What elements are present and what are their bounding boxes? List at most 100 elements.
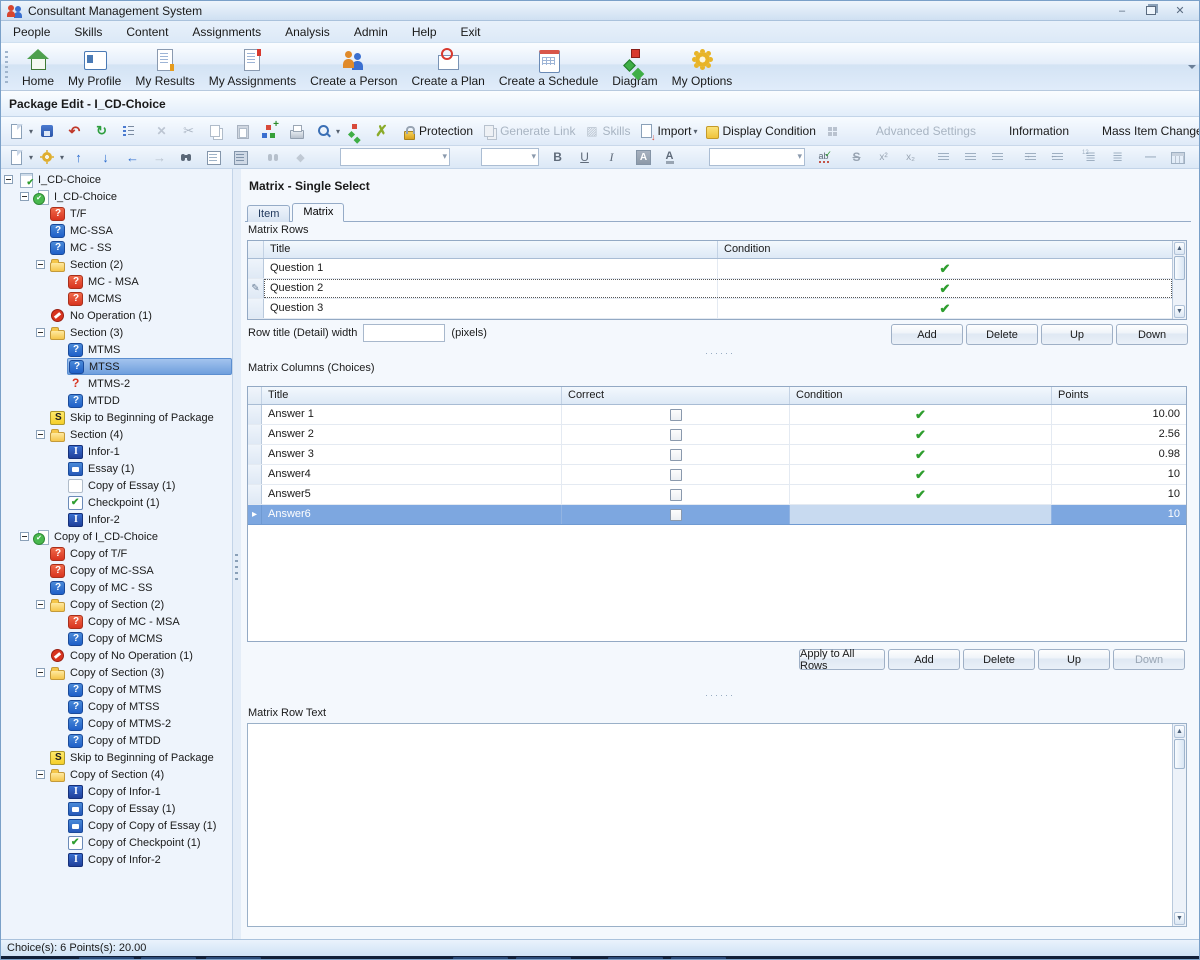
tree-item[interactable]: Infor-1 — [1, 443, 232, 460]
package-toolbar-button[interactable] — [258, 122, 285, 141]
format-toolbar-button[interactable] — [202, 148, 229, 167]
tree-item[interactable]: Copy of Infor-2 — [1, 851, 232, 868]
choice-condition-cell[interactable]: ✔ — [790, 445, 1052, 464]
tree-expander-icon[interactable] — [36, 209, 45, 218]
choice-condition-cell[interactable]: ✔ — [790, 405, 1052, 424]
format-toolbar-button[interactable] — [685, 147, 812, 167]
tree-item[interactable]: MCMS — [1, 290, 232, 307]
button[interactable]: Delete — [963, 649, 1035, 670]
format-toolbar-button[interactable] — [289, 148, 316, 167]
col-header-condition[interactable]: Condition — [790, 387, 1052, 404]
tree-item[interactable]: MTSS — [1, 358, 232, 375]
format-toolbar-button[interactable] — [94, 148, 121, 167]
tree-item[interactable]: Section (2) — [1, 256, 232, 273]
row-selector[interactable] — [248, 465, 262, 484]
package-toolbar-button[interactable] — [117, 122, 144, 141]
tree-expander-icon[interactable] — [54, 634, 63, 643]
main-toolbar-button[interactable]: My Assignments — [202, 45, 303, 90]
tree-item[interactable]: Copy of Infor-1 — [1, 783, 232, 800]
format-toolbar-button[interactable] — [845, 148, 872, 167]
package-toolbar-button[interactable]: ▾ — [312, 122, 343, 141]
tree-item[interactable]: Skip to Beginning of Package — [1, 409, 232, 426]
tree-item[interactable]: Copy of I_CD-Choice — [1, 528, 232, 545]
menu-item[interactable]: Exit — [449, 22, 493, 42]
col-header-title[interactable]: Title — [264, 241, 718, 258]
tree-expander-icon[interactable] — [36, 243, 45, 252]
package-toolbar-button[interactable] — [177, 122, 204, 141]
tree-expander-icon[interactable] — [36, 260, 45, 269]
tree-item[interactable]: MC-SSA — [1, 222, 232, 239]
scroll-up-icon[interactable]: ▲ — [1174, 725, 1185, 738]
tree-expander-icon[interactable] — [54, 362, 63, 371]
row-title-cell[interactable]: Question 3 — [264, 299, 718, 318]
tree-item[interactable]: Copy of MTMS — [1, 681, 232, 698]
choice-correct-cell[interactable] — [562, 445, 790, 464]
tree-expander-icon[interactable] — [20, 532, 29, 541]
tree-expander-icon[interactable] — [54, 277, 63, 286]
tree-item[interactable]: Checkpoint (1) — [1, 494, 232, 511]
correct-checkbox[interactable] — [670, 489, 682, 501]
format-toolbar-button[interactable] — [633, 149, 658, 166]
menu-item[interactable]: Assignments — [180, 22, 273, 42]
format-toolbar-button[interactable] — [457, 147, 546, 167]
choice-condition-cell[interactable] — [790, 505, 1052, 524]
choice-row[interactable]: Answer 1 ✔ 10.00 — [248, 405, 1186, 425]
toolbar-grip[interactable] — [5, 51, 8, 83]
choice-title-cell[interactable]: Answer 1 — [262, 405, 562, 424]
restore-button[interactable] — [1138, 4, 1164, 18]
format-toolbar-button[interactable] — [932, 148, 959, 167]
tree-item[interactable]: Copy of Copy of Essay (1) — [1, 817, 232, 834]
tree-item[interactable]: Copy of MC - SS — [1, 579, 232, 596]
tree-expander-icon[interactable] — [54, 617, 63, 626]
tree-item[interactable]: MTDD — [1, 392, 232, 409]
tree-item[interactable]: Copy of No Operation (1) — [1, 647, 232, 664]
button[interactable]: Down — [1116, 324, 1188, 345]
tree-item[interactable]: Infor-2 — [1, 511, 232, 528]
col-header-condition[interactable]: Condition — [718, 241, 1172, 258]
correct-checkbox[interactable] — [670, 449, 682, 461]
tree-item[interactable]: Copy of Section (4) — [1, 766, 232, 783]
tree-item[interactable]: Section (4) — [1, 426, 232, 443]
row-selector[interactable] — [248, 259, 264, 278]
choice-condition-cell[interactable]: ✔ — [790, 485, 1052, 504]
scroll-up-icon[interactable]: ▲ — [1174, 242, 1185, 255]
main-toolbar-button[interactable]: My Results — [128, 45, 201, 90]
toolbar-overflow-button[interactable] — [1188, 59, 1197, 75]
tree-item[interactable]: Essay (1) — [1, 460, 232, 477]
tree-item[interactable]: Copy of Checkpoint (1) — [1, 834, 232, 851]
tab[interactable]: Matrix — [292, 203, 344, 222]
tree-item[interactable]: Copy of MTSS — [1, 698, 232, 715]
format-toolbar-button[interactable]: ▾ — [36, 148, 67, 167]
close-button[interactable]: ✕ — [1167, 4, 1193, 18]
package-toolbar-button[interactable]: ▾ — [5, 122, 36, 141]
format-toolbar-button[interactable] — [1193, 148, 1200, 167]
package-toolbar-button[interactable] — [285, 122, 312, 141]
choice-title-cell[interactable]: Answer5 — [262, 485, 562, 504]
package-toolbar-button[interactable] — [36, 122, 63, 141]
format-toolbar-button[interactable] — [175, 148, 202, 167]
tree-expander-icon[interactable] — [36, 311, 45, 320]
choice-title-cell[interactable]: Answer6 — [262, 505, 562, 524]
tree-expander-icon[interactable] — [36, 770, 45, 779]
row-selector[interactable] — [248, 405, 262, 424]
matrix-row-text-content[interactable] — [248, 724, 1172, 926]
row-title-cell[interactable]: Question 1 — [264, 259, 718, 278]
tree-item[interactable]: Copy of MTMS-2 — [1, 715, 232, 732]
horizontal-splitter[interactable]: ······ — [241, 350, 1199, 356]
tree-splitter[interactable] — [233, 169, 241, 939]
tree-expander-icon[interactable] — [36, 413, 45, 422]
tree-expander-icon[interactable] — [54, 345, 63, 354]
tree-expander-icon[interactable] — [36, 226, 45, 235]
package-toolbar-button[interactable] — [204, 122, 231, 141]
horizontal-splitter[interactable]: ······ — [241, 692, 1199, 698]
choice-correct-cell[interactable] — [562, 505, 790, 524]
package-toolbar-button[interactable] — [150, 122, 177, 141]
tree-expander-icon[interactable] — [36, 566, 45, 575]
choice-points-cell[interactable]: 10.00 — [1052, 405, 1186, 424]
row-selector[interactable]: ▸ — [248, 505, 262, 524]
choice-points-cell[interactable]: 10 — [1052, 465, 1186, 484]
menu-item[interactable]: Skills — [62, 22, 114, 42]
col-header-title[interactable]: Title — [262, 387, 562, 404]
correct-checkbox[interactable] — [670, 409, 682, 421]
tree-expander-icon[interactable] — [20, 192, 29, 201]
